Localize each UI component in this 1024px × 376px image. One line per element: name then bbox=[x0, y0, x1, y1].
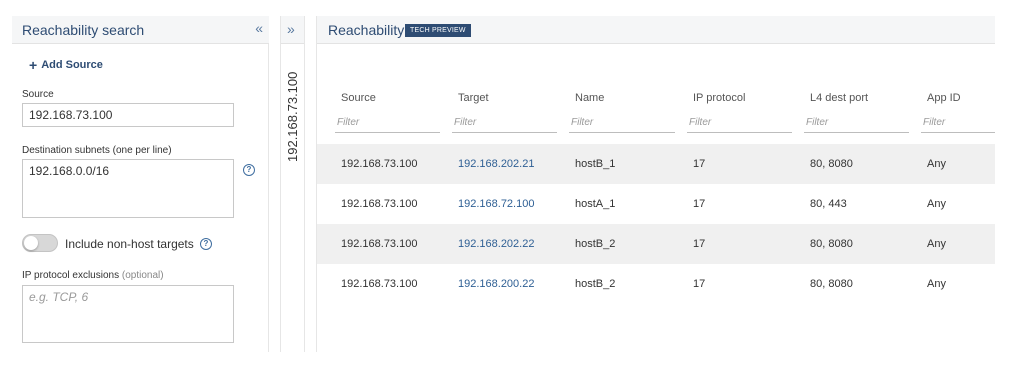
cell-name: hostB_2 bbox=[575, 238, 616, 250]
non-host-help-icon[interactable]: ? bbox=[200, 238, 212, 250]
collapsed-source-strip: » 192.168.73.100 bbox=[280, 16, 305, 352]
column-header-source[interactable]: Source bbox=[341, 92, 376, 104]
double-chevron-right-icon[interactable]: » bbox=[287, 21, 295, 37]
cell-source: 192.168.73.100 bbox=[341, 278, 418, 290]
destination-help-icon[interactable]: ? bbox=[243, 164, 255, 176]
column-header-target[interactable]: Target bbox=[458, 92, 489, 104]
ip-exclusions-input[interactable] bbox=[22, 285, 234, 343]
optional-label: (optional) bbox=[121, 270, 164, 281]
cell-name: hostB_2 bbox=[575, 278, 616, 290]
filter-target-input[interactable] bbox=[452, 113, 557, 133]
toggle-knob bbox=[24, 236, 38, 250]
cell-l4-dest-port: 80, 8080 bbox=[810, 278, 853, 290]
include-non-host-label: Include non-host targets bbox=[65, 237, 194, 251]
column-header-ip-protocol[interactable]: IP protocol bbox=[693, 92, 745, 104]
add-source-button[interactable]: + Add Source bbox=[29, 58, 103, 72]
source-input[interactable] bbox=[22, 103, 234, 127]
search-panel-title: Reachability search bbox=[22, 22, 145, 38]
source-label: Source bbox=[22, 89, 54, 100]
filter-app-id-input[interactable] bbox=[921, 113, 995, 133]
tech-preview-badge: TECH PREVIEW bbox=[405, 24, 471, 37]
cell-l4-dest-port: 80, 8080 bbox=[810, 238, 853, 250]
filter-source-input[interactable] bbox=[335, 113, 440, 133]
cell-l4-dest-port: 80, 8080 bbox=[810, 158, 853, 170]
results-panel-header: Reachability TECH PREVIEW bbox=[317, 16, 995, 44]
filter-ip-protocol-input[interactable] bbox=[687, 113, 792, 133]
cell-name: hostA_1 bbox=[575, 198, 616, 210]
cell-target-link[interactable]: 192.168.202.21 bbox=[458, 158, 534, 170]
cell-ip-protocol: 17 bbox=[693, 158, 706, 170]
cell-l4-dest-port: 80, 443 bbox=[810, 198, 847, 210]
destination-subnets-label: Destination subnets (one per line) bbox=[22, 145, 172, 156]
cell-app-id: Any bbox=[927, 198, 946, 210]
add-source-label: Add Source bbox=[41, 59, 103, 71]
destination-subnets-input[interactable]: 192.168.0.0/16 bbox=[22, 159, 234, 218]
column-header-l4-dest-port[interactable]: L4 dest port bbox=[810, 92, 868, 104]
search-panel-header: Reachability search « bbox=[12, 16, 269, 44]
include-non-host-toggle[interactable] bbox=[22, 234, 58, 252]
reachability-results-panel: Reachability TECH PREVIEW Source Target … bbox=[316, 16, 995, 352]
filter-l4-dest-port-input[interactable] bbox=[804, 113, 909, 133]
cell-target-link[interactable]: 192.168.202.22 bbox=[458, 238, 534, 250]
cell-ip-protocol: 17 bbox=[693, 238, 706, 250]
cell-source: 192.168.73.100 bbox=[341, 158, 418, 170]
cell-ip-protocol: 17 bbox=[693, 278, 706, 290]
column-header-name[interactable]: Name bbox=[575, 92, 604, 104]
strip-source-text: 192.168.73.100 bbox=[285, 71, 300, 162]
table-row[interactable]: 192.168.73.100 192.168.72.100 hostA_1 17… bbox=[317, 184, 995, 224]
column-header-app-id[interactable]: App ID bbox=[927, 92, 961, 104]
strip-header: » bbox=[281, 16, 304, 44]
cell-name: hostB_1 bbox=[575, 158, 616, 170]
plus-icon: + bbox=[29, 57, 38, 73]
cell-app-id: Any bbox=[927, 278, 946, 290]
filter-name-input[interactable] bbox=[569, 113, 675, 133]
table-row[interactable]: 192.168.73.100 192.168.200.22 hostB_2 17… bbox=[317, 264, 995, 304]
table-row[interactable]: 192.168.73.100 192.168.202.21 hostB_1 17… bbox=[317, 144, 995, 184]
cell-app-id: Any bbox=[927, 158, 946, 170]
cell-source: 192.168.73.100 bbox=[341, 198, 418, 210]
cell-target-link[interactable]: 192.168.200.22 bbox=[458, 278, 534, 290]
cell-ip-protocol: 17 bbox=[693, 198, 706, 210]
double-chevron-left-icon[interactable]: « bbox=[255, 20, 263, 36]
ip-exclusions-label: IP protocol exclusions (optional) bbox=[22, 270, 164, 281]
cell-target-link[interactable]: 192.168.72.100 bbox=[458, 198, 534, 210]
reachability-search-panel: Reachability search « + Add Source Sourc… bbox=[12, 16, 269, 352]
cell-app-id: Any bbox=[927, 238, 946, 250]
cell-source: 192.168.73.100 bbox=[341, 238, 418, 250]
table-row[interactable]: 192.168.73.100 192.168.202.22 hostB_2 17… bbox=[317, 224, 995, 264]
results-panel-title: Reachability bbox=[328, 22, 405, 38]
